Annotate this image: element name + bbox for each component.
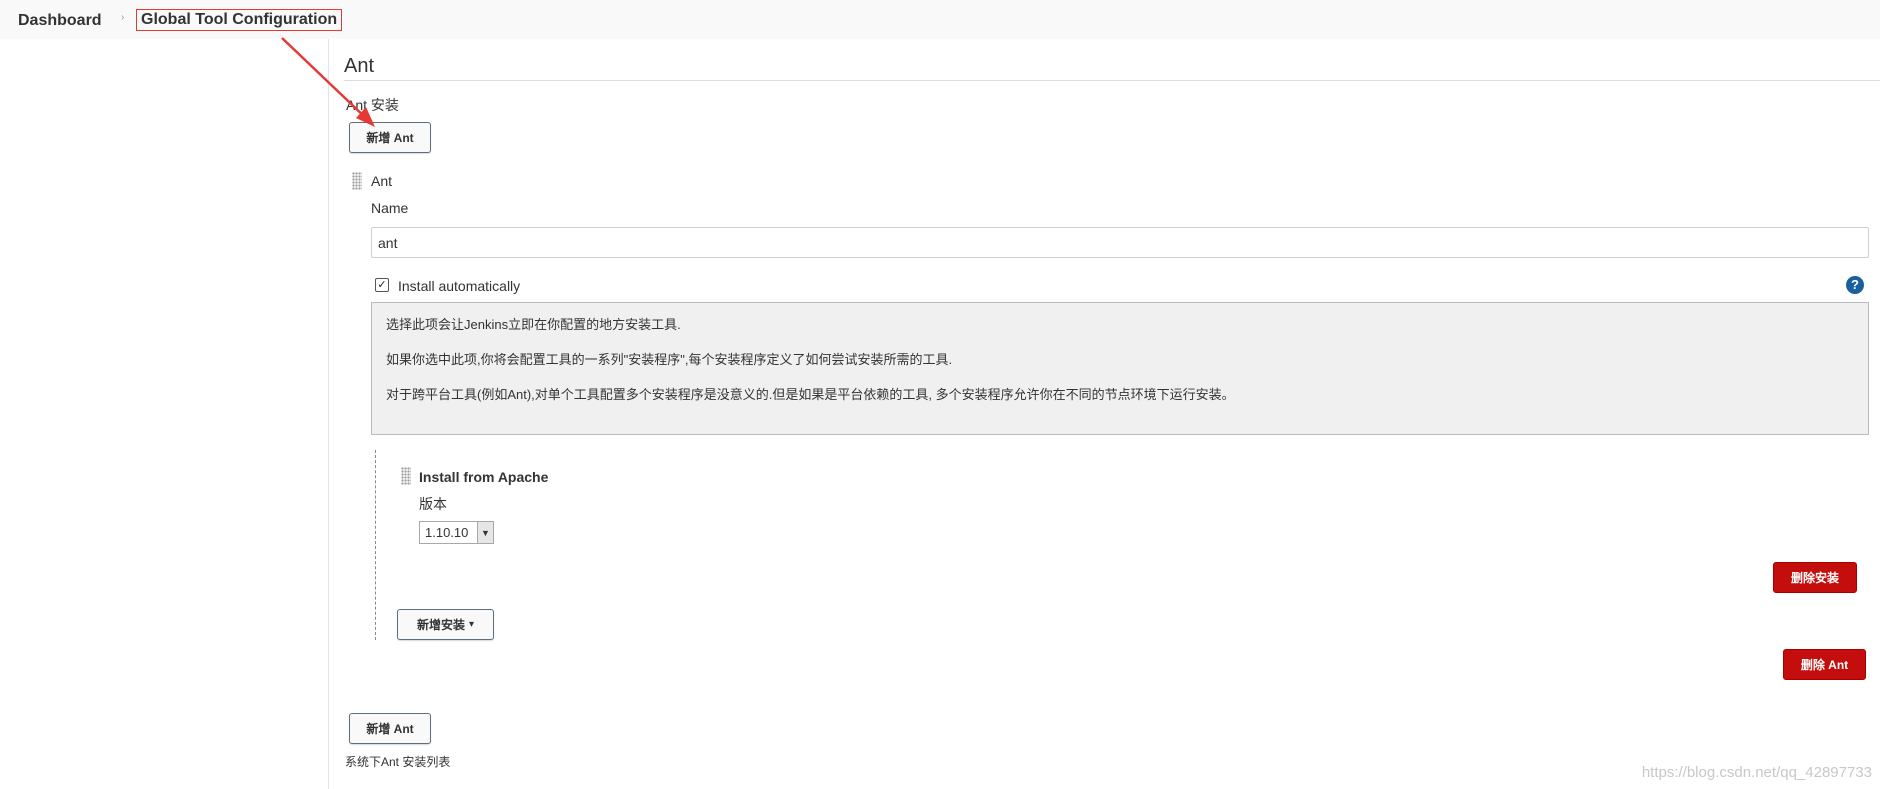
help-text-line: 选择此项会让Jenkins立即在你配置的地方安装工具.	[386, 317, 681, 332]
breadcrumb: Dashboard › Global Tool Configuration	[0, 0, 1880, 39]
version-select[interactable]: 1.10.10 ▼	[419, 521, 494, 544]
version-select-value: 1.10.10	[425, 525, 469, 540]
add-ant-button-bottom[interactable]: 新增 Ant	[349, 713, 431, 744]
install-automatically-checkbox[interactable]: ✓	[375, 278, 389, 292]
add-installer-button[interactable]: 新增安装 ▾	[397, 609, 494, 640]
breadcrumb-global-tool-configuration[interactable]: Global Tool Configuration	[136, 9, 343, 31]
chevron-down-icon: ▼	[477, 522, 493, 543]
watermark: https://blog.csdn.net/qq_42897733	[1641, 764, 1872, 781]
caret-down-icon: ▾	[468, 619, 475, 630]
help-text-line: 对于跨平台工具(例如Ant),对单个工具配置多个安装程序是没意义的.但是如果是平…	[386, 387, 1235, 402]
ant-installations-list-caption: 系统下Ant 安装列表	[345, 755, 451, 769]
delete-ant-button[interactable]: 删除 Ant	[1783, 649, 1866, 680]
version-label: 版本	[419, 496, 447, 512]
breadcrumb-dashboard-link[interactable]: Dashboard	[18, 12, 102, 30]
drag-handle-icon[interactable]	[352, 172, 362, 190]
installation-header: Ant	[371, 173, 393, 189]
name-input[interactable]: ant	[371, 227, 1869, 258]
installer-drag-handle-icon[interactable]	[401, 467, 411, 485]
section-title-ant: Ant	[344, 55, 375, 77]
section-divider	[344, 80, 1880, 81]
breadcrumb-separator-icon: ›	[121, 12, 125, 23]
help-text-line: 如果你选中此项,你将会配置工具的一系列"安装程序",每个安装程序定义了如何尝试安…	[386, 352, 953, 367]
installer-title: Install from Apache	[419, 469, 549, 485]
ant-installations-label: Ant 安装	[346, 97, 399, 113]
installer-group-border	[375, 450, 376, 640]
help-icon[interactable]: ?	[1846, 276, 1864, 294]
sidebar-divider	[328, 39, 329, 789]
name-label: Name	[371, 200, 409, 216]
delete-installer-button[interactable]: 删除安装	[1773, 562, 1857, 593]
add-installer-label: 新增安装	[416, 618, 465, 632]
add-ant-button-top[interactable]: 新增 Ant	[349, 122, 431, 153]
install-automatically-label: Install automatically	[398, 278, 521, 294]
help-text-box: 选择此项会让Jenkins立即在你配置的地方安装工具. 如果你选中此项,你将会配…	[371, 302, 1869, 435]
